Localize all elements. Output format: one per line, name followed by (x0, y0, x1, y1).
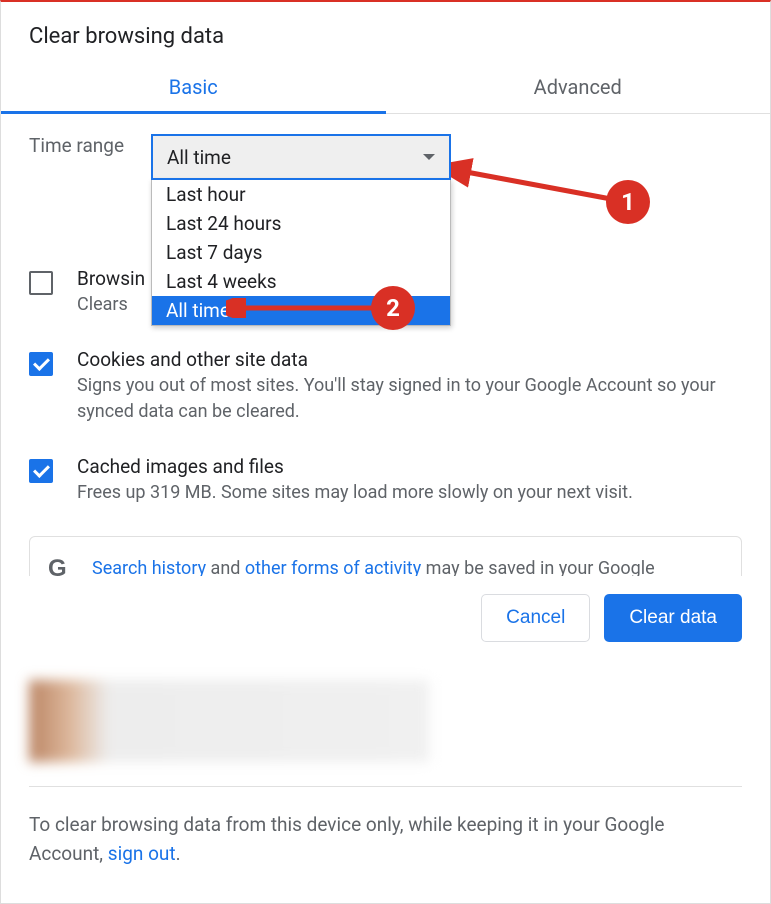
link-other-activity[interactable]: other forms of activity (245, 558, 421, 576)
row-cookies: Cookies and other site data Signs you ou… (29, 348, 742, 425)
content-scroll[interactable]: Time range All time Last hour Last 24 ho… (1, 114, 770, 576)
option-last-24-hours[interactable]: Last 24 hours (152, 209, 450, 238)
divider (29, 786, 742, 787)
row-cache: Cached images and files Frees up 319 MB.… (29, 455, 742, 506)
checkbox-browsing-history[interactable] (29, 271, 53, 295)
tab-bar: Basic Advanced (1, 61, 770, 114)
annotation-badge-2: 2 (371, 286, 415, 330)
time-range-label: Time range (29, 134, 124, 157)
cache-title: Cached images and files (77, 455, 633, 478)
clear-browsing-data-dialog: Clear browsing data Basic Advanced Time … (0, 0, 771, 904)
info-text: Search history and other forms of activi… (92, 555, 723, 576)
chevron-down-icon (423, 154, 435, 160)
annotation-badge-1: 1 (606, 180, 650, 224)
cancel-button[interactable]: Cancel (481, 594, 590, 642)
link-search-history[interactable]: Search history (92, 558, 206, 576)
browsing-title: Browsin (77, 267, 145, 290)
cache-desc: Frees up 319 MB. Some sites may load mor… (77, 480, 633, 506)
browsing-desc: Clears (77, 292, 145, 318)
google-icon: G (48, 555, 74, 576)
blurred-image (29, 680, 429, 762)
link-sign-out[interactable]: sign out (108, 842, 176, 865)
cookies-title: Cookies and other site data (77, 348, 742, 371)
dialog-footer: Cancel Clear data (1, 576, 770, 660)
checkbox-cache[interactable] (29, 459, 53, 483)
checkbox-cookies[interactable] (29, 352, 53, 376)
tab-advanced[interactable]: Advanced (386, 61, 771, 113)
bottom-note: To clear browsing data from this device … (29, 811, 742, 868)
google-account-info: G Search history and other forms of acti… (29, 536, 742, 576)
option-last-7-days[interactable]: Last 7 days (152, 238, 450, 267)
cookies-desc: Signs you out of most sites. You'll stay… (77, 373, 742, 425)
clear-data-button[interactable]: Clear data (604, 594, 742, 642)
time-range-select[interactable]: All time (151, 134, 451, 180)
time-range-selected: All time (167, 146, 231, 169)
tab-basic[interactable]: Basic (1, 61, 386, 113)
dialog-title: Clear browsing data (1, 2, 770, 61)
below-dialog-area: To clear browsing data from this device … (1, 660, 770, 896)
option-last-hour[interactable]: Last hour (152, 180, 450, 209)
